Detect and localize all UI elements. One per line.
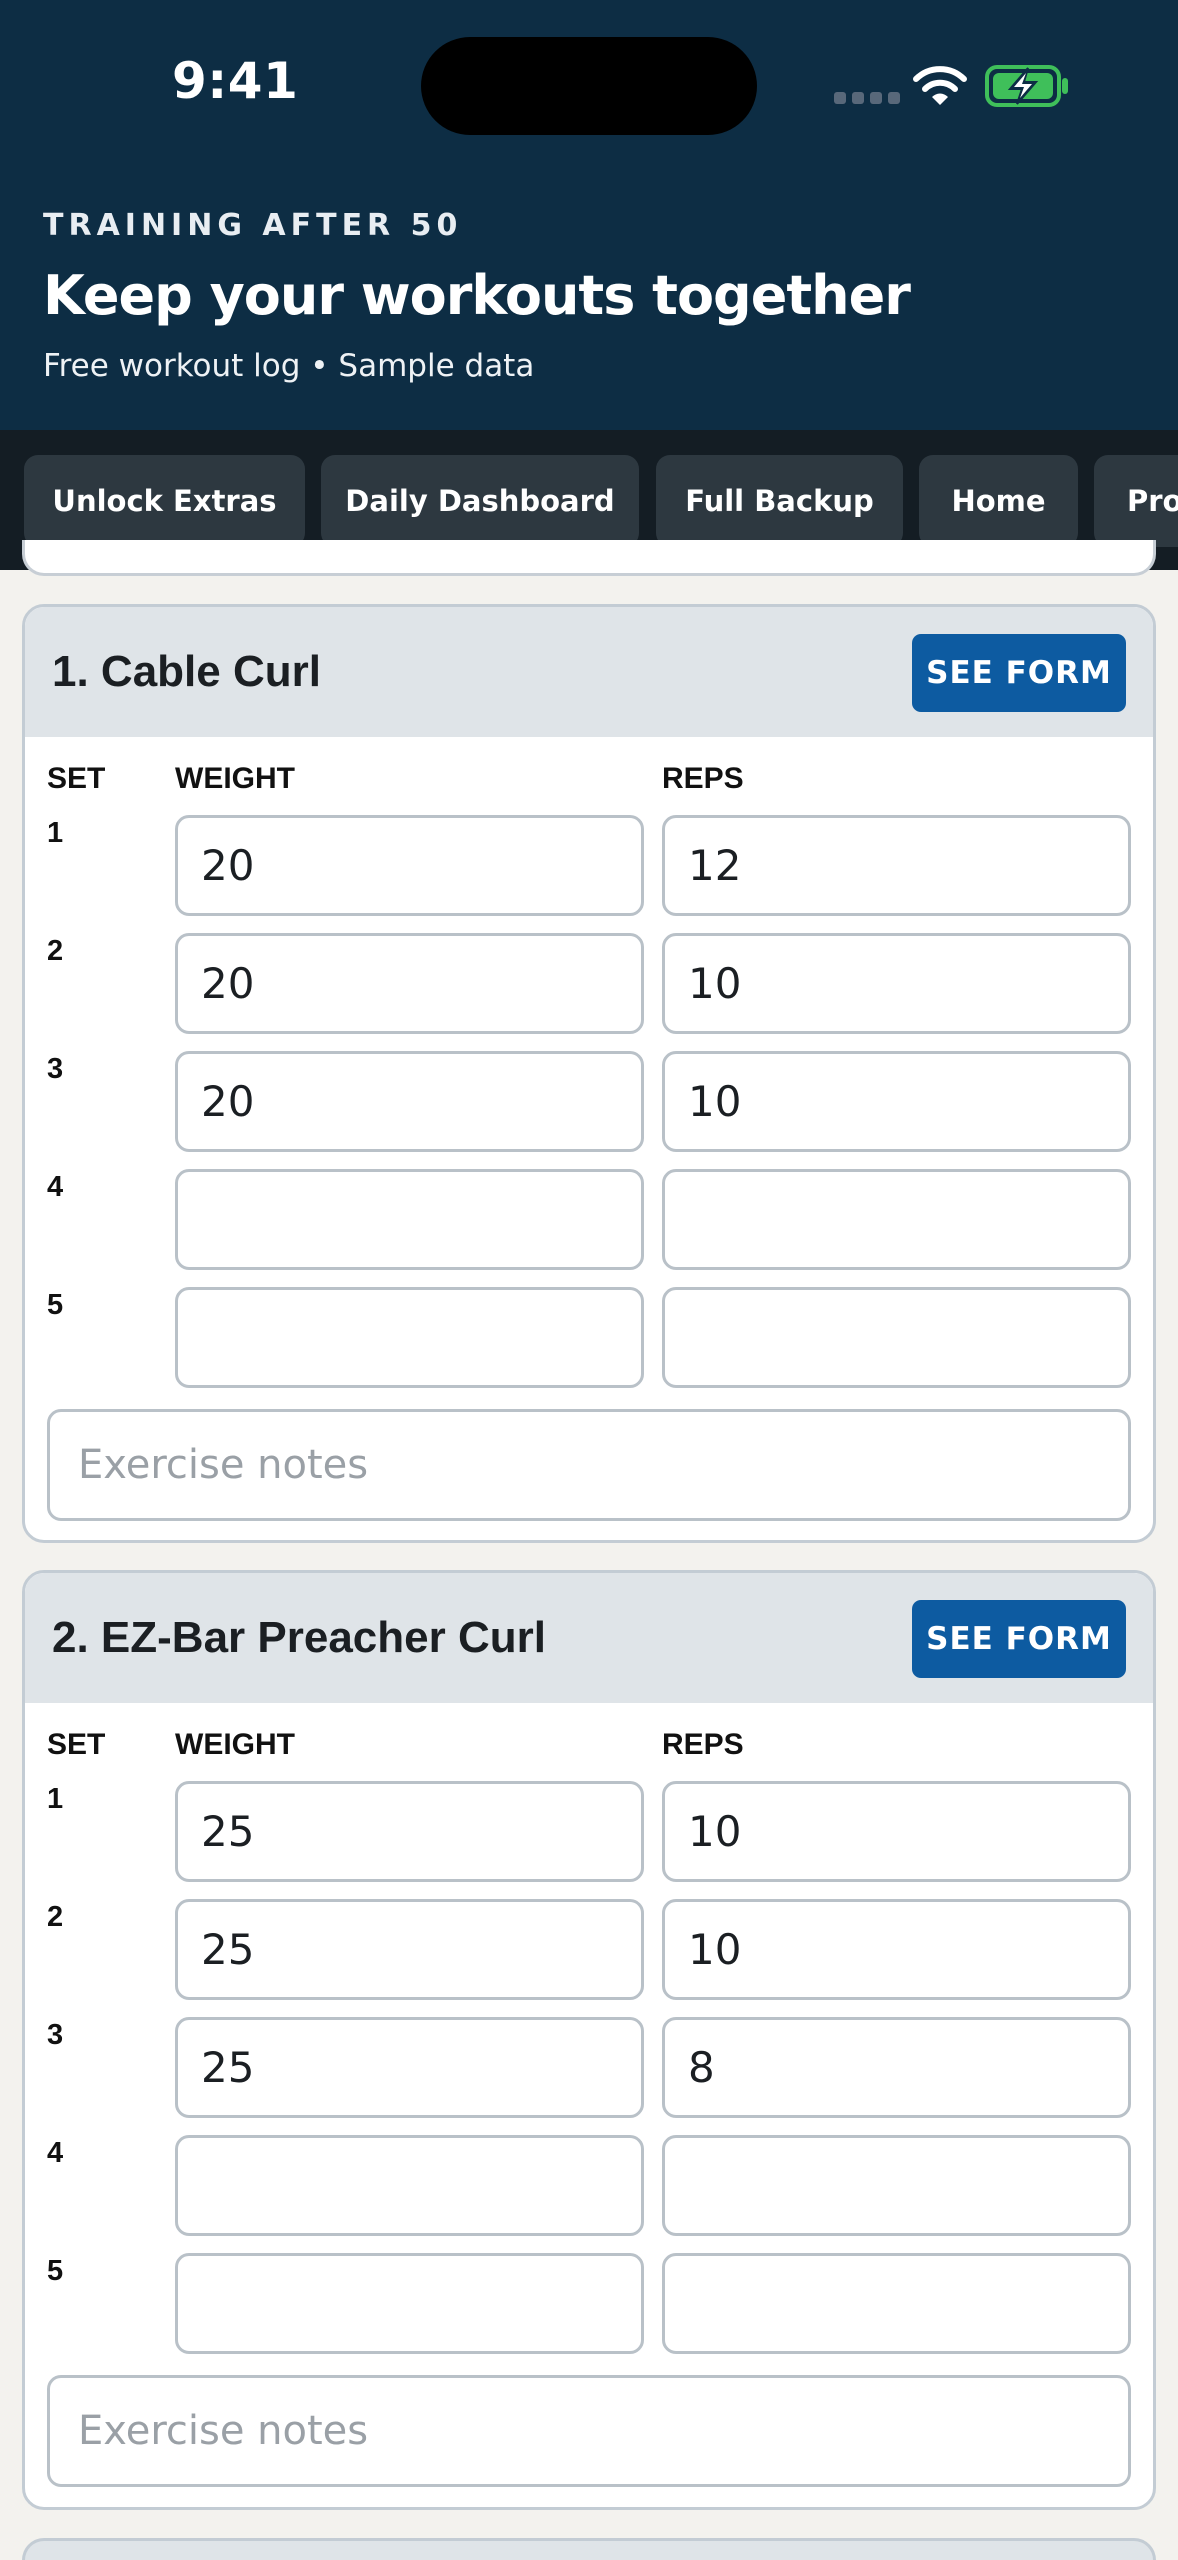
set-number: 4: [47, 2137, 64, 2169]
daily-dashboard-button[interactable]: Daily Dashboard: [321, 455, 639, 547]
cellular-signal-icon: [834, 92, 900, 104]
dynamic-island: [421, 37, 757, 135]
weight-input[interactable]: 20: [175, 1051, 644, 1152]
exercise-card: 1. Cable Curl SEE FORM SET WEIGHT REPS 1…: [22, 604, 1156, 1543]
reps-input[interactable]: [662, 2135, 1131, 2236]
exercise-card-header: 1. Cable Curl SEE FORM: [25, 607, 1153, 737]
set-number: 3: [47, 1053, 64, 1085]
set-column-header: SET: [47, 1728, 106, 1761]
pro-button[interactable]: Pro: [1094, 455, 1178, 547]
set-number: 3: [47, 2019, 64, 2051]
set-number: 1: [47, 817, 64, 849]
page-title: Keep your workouts together: [43, 264, 911, 327]
app-header: 9:41 TRAINING AFTER 50 Keep your workout…: [0, 0, 1178, 430]
reps-input[interactable]: 10: [662, 1781, 1131, 1882]
next-card-edge: [22, 2538, 1156, 2560]
battery-charging-icon: [985, 65, 1068, 107]
reps-input[interactable]: 10: [662, 1899, 1131, 2000]
unlock-extras-button[interactable]: Unlock Extras: [24, 455, 305, 547]
reps-column-header: REPS: [662, 762, 744, 795]
previous-card-edge: [22, 540, 1156, 576]
reps-input[interactable]: 10: [662, 933, 1131, 1034]
reps-input[interactable]: [662, 1169, 1131, 1270]
home-button[interactable]: Home: [919, 455, 1078, 547]
exercise-notes-input[interactable]: Exercise notes: [47, 1409, 1131, 1521]
exercise-card-header: 2. EZ-Bar Preacher Curl SEE FORM: [25, 1573, 1153, 1703]
weight-input[interactable]: [175, 1287, 644, 1388]
set-number: 2: [47, 935, 64, 967]
exercise-title: 1. Cable Curl: [52, 647, 321, 696]
weight-column-header: WEIGHT: [175, 762, 295, 795]
see-form-button[interactable]: SEE FORM: [912, 1600, 1126, 1678]
wifi-icon: [913, 66, 967, 105]
set-number: 1: [47, 1783, 64, 1815]
header-eyebrow: TRAINING AFTER 50: [43, 208, 463, 243]
weight-input[interactable]: [175, 2253, 644, 2354]
set-column-header: SET: [47, 762, 106, 795]
set-number: 2: [47, 1901, 64, 1933]
set-number: 5: [47, 2255, 64, 2287]
set-number: 4: [47, 1171, 64, 1203]
reps-input[interactable]: [662, 2253, 1131, 2354]
weight-input[interactable]: 25: [175, 1899, 644, 2000]
reps-input[interactable]: 10: [662, 1051, 1131, 1152]
reps-column-header: REPS: [662, 1728, 744, 1761]
reps-input[interactable]: 12: [662, 815, 1131, 916]
status-bar: 9:41: [0, 0, 1178, 170]
weight-input[interactable]: 20: [175, 933, 644, 1034]
weight-input[interactable]: [175, 2135, 644, 2236]
weight-input[interactable]: 25: [175, 2017, 644, 2118]
see-form-button[interactable]: SEE FORM: [912, 634, 1126, 712]
weight-column-header: WEIGHT: [175, 1728, 295, 1761]
set-number: 5: [47, 1289, 64, 1321]
full-backup-button[interactable]: Full Backup: [656, 455, 903, 547]
exercise-notes-input[interactable]: Exercise notes: [47, 2375, 1131, 2487]
weight-input[interactable]: 20: [175, 815, 644, 916]
reps-input[interactable]: 8: [662, 2017, 1131, 2118]
exercise-title: 2. EZ-Bar Preacher Curl: [52, 1613, 546, 1662]
weight-input[interactable]: [175, 1169, 644, 1270]
weight-input[interactable]: 25: [175, 1781, 644, 1882]
header-subtitle: Free workout log • Sample data: [43, 348, 535, 384]
status-time: 9:41: [172, 52, 299, 110]
exercise-card: 2. EZ-Bar Preacher Curl SEE FORM SET WEI…: [22, 1570, 1156, 2510]
reps-input[interactable]: [662, 1287, 1131, 1388]
